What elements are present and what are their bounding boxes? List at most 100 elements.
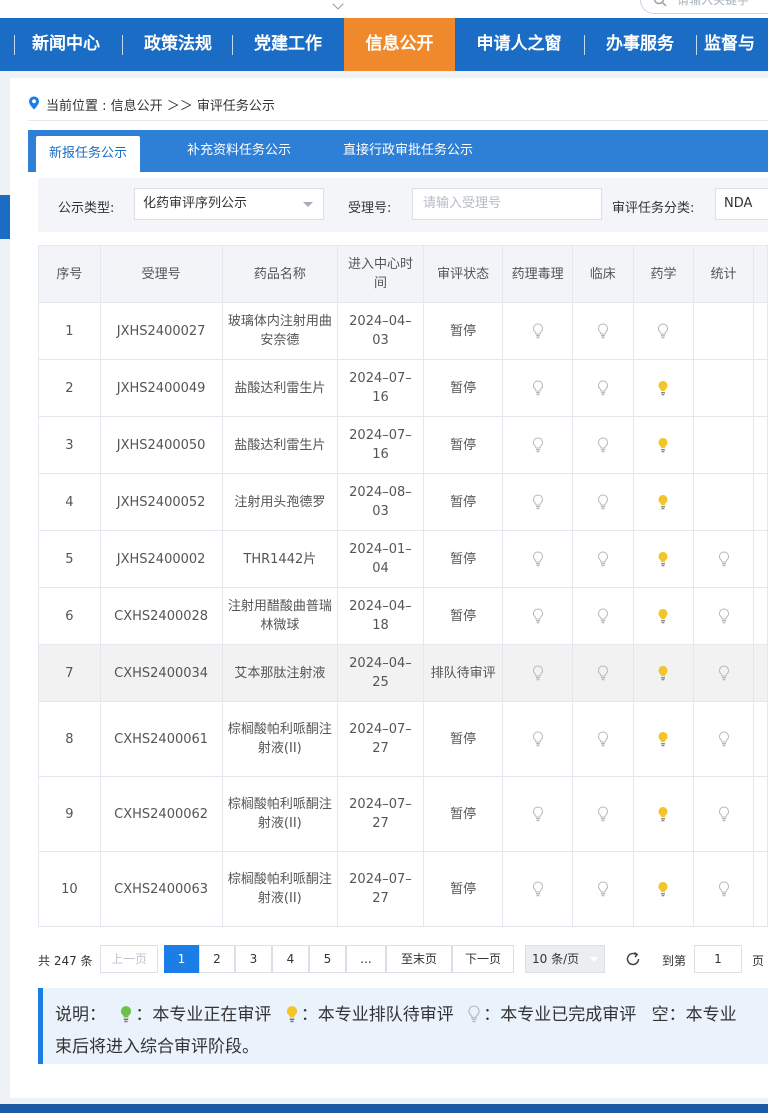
cell-pharmtox (502, 473, 573, 531)
cell-entry-time: 2024–07–27 (337, 701, 424, 777)
cell-status: 暂停 (422, 359, 504, 417)
cell-no: 4 (38, 473, 101, 531)
category-select[interactable]: NDA (715, 188, 768, 220)
col-header-pharmacy: 药学 (632, 245, 695, 303)
gray-bulb-icon (597, 881, 609, 897)
gray-bulb-icon (597, 608, 609, 624)
yellow-bulb-icon (657, 732, 669, 747)
jump-page-input[interactable]: 1 (694, 945, 742, 973)
table-row[interactable]: 9 CXHS2400062 棕榈酸帕利哌酮注射液(II) 2024–07–27 暂停 (38, 776, 768, 852)
page-button-2[interactable]: 2 (199, 945, 235, 973)
nav-item-info-public[interactable]: 信息公开 (344, 18, 455, 71)
cell-no: 8 (38, 701, 101, 777)
table-row[interactable]: 6 CXHS2400028 注射用醋酸曲普瑞林微球 2024–04–18 暂停 (38, 587, 768, 645)
cell-pharmtox (502, 644, 573, 702)
accept-label: 受理号: (348, 201, 392, 216)
cell-more (752, 359, 768, 417)
prev-page-button[interactable]: 上一页 (100, 945, 158, 973)
accept-number-input[interactable]: 请输入受理号 (412, 188, 602, 220)
refresh-icon[interactable] (624, 950, 642, 968)
nav-item-party[interactable]: 党建工作 (240, 18, 336, 71)
page-button-4[interactable]: 4 (272, 945, 309, 973)
cell-accept-no: CXHS2400028 (99, 587, 223, 645)
yellow-bulb-icon (657, 807, 669, 822)
cell-drug-name: 注射用头孢德罗 (221, 473, 339, 531)
cell-drug-name: 盐酸达利雷生片 (221, 359, 339, 417)
cell-clinical (571, 473, 634, 531)
cell-more (752, 473, 768, 531)
note-empty-text: 空：本专业 (651, 1005, 737, 1025)
yellow-bulb-icon (286, 1006, 297, 1023)
table-row[interactable]: 2 JXHS2400049 盐酸达利雷生片 2024–07–16 暂停 (38, 359, 768, 417)
note-yellow-text: ：本专业排队待审评 (300, 1005, 454, 1025)
yellow-bulb-icon (657, 666, 669, 681)
tab-new-tasks[interactable]: 新报任务公示 (36, 136, 140, 172)
cell-more (752, 776, 768, 852)
table-row[interactable]: 10 CXHS2400063 棕榈酸帕利哌酮注射液(II) 2024–07–27 暂停 (38, 851, 768, 927)
cell-status: 暂停 (422, 587, 504, 645)
page-button-1[interactable]: 1 (164, 945, 199, 973)
next-page-button[interactable]: 下一页 (452, 945, 514, 973)
nav-item-supervision[interactable]: 监督与 (704, 18, 768, 71)
cell-pharmtox (502, 359, 573, 417)
jump-label: 到第 (662, 954, 687, 968)
col-header-statistics: 统计 (693, 245, 754, 303)
search-icon (653, 0, 667, 7)
tab-direct-approval-tasks[interactable]: 直接行政审批任务公示 (333, 130, 483, 172)
cell-no: 5 (38, 530, 101, 588)
nav-separator (14, 35, 15, 55)
col-header-status: 审评状态 (422, 245, 504, 303)
table-row[interactable]: 1 JXHS2400027 玻璃体内注射用曲安奈德 2024–04–03 暂停 (38, 302, 768, 360)
cell-entry-time: 2024–08–03 (337, 473, 424, 531)
table-row[interactable]: 4 JXHS2400052 注射用头孢德罗 2024–08–03 暂停 (38, 473, 768, 531)
cell-entry-time: 2024–07–27 (337, 851, 424, 927)
table-row[interactable]: 8 CXHS2400061 棕榈酸帕利哌酮注射液(II) 2024–07–27 暂停 (38, 701, 768, 777)
col-header-more (752, 245, 768, 303)
table-row[interactable]: 5 JXHS2400002 THR1442片 2024–01–04 暂停 (38, 530, 768, 588)
yellow-bulb-icon (657, 495, 669, 510)
col-header-drug-name: 药品名称 (221, 245, 339, 303)
cell-accept-no: CXHS2400061 (99, 701, 223, 777)
cell-accept-no: JXHS2400052 (99, 473, 223, 531)
cell-clinical (571, 644, 634, 702)
search-placeholder: 请输入关键字 (677, 0, 750, 7)
type-select[interactable]: 化药审评序列公示 (134, 188, 324, 220)
cell-status: 暂停 (422, 530, 504, 588)
nav-item-applicant[interactable]: 申请人之窗 (464, 18, 574, 71)
cell-no: 3 (38, 416, 101, 474)
cell-status: 暂停 (422, 701, 504, 777)
gray-bulb-icon (657, 323, 669, 339)
cell-pharmacy (632, 302, 695, 360)
cell-pharmtox (502, 587, 573, 645)
gray-bulb-icon (597, 665, 609, 681)
nav-item-services[interactable]: 办事服务 (592, 18, 688, 71)
cell-more (752, 302, 768, 360)
gray-bulb-icon (597, 806, 609, 822)
nav-item-policy[interactable]: 政策法规 (130, 18, 226, 71)
table-row[interactable]: 3 JXHS2400050 盐酸达利雷生片 2024–07–16 暂停 (38, 416, 768, 474)
cell-entry-time: 2024–04–03 (337, 302, 424, 360)
page-size-select[interactable]: 10 条/页 (525, 945, 605, 973)
table-row[interactable]: 7 CXHS2400034 艾本那肽注射液 2024–04–25 排队待审评 (38, 644, 768, 702)
cell-clinical (571, 776, 634, 852)
page-button-3[interactable]: 3 (235, 945, 272, 973)
cell-no: 6 (38, 587, 101, 645)
nav-item-news[interactable]: 新闻中心 (20, 18, 112, 71)
cell-pharmtox (502, 530, 573, 588)
gray-bulb-icon (532, 731, 544, 747)
cell-drug-name: 棕榈酸帕利哌酮注射液(II) (221, 776, 339, 852)
tab-supplement-tasks[interactable]: 补充资料任务公示 (174, 130, 304, 172)
last-page-button[interactable]: 至末页 (386, 945, 452, 973)
gray-bulb-icon (597, 494, 609, 510)
gray-bulb-icon (532, 494, 544, 510)
cell-entry-time: 2024–04–25 (337, 644, 424, 702)
search-input[interactable]: 请输入关键字 (640, 0, 768, 14)
cell-pharmacy (632, 359, 695, 417)
chevron-down-icon (590, 957, 598, 962)
gray-bulb-icon (718, 806, 730, 822)
gray-bulb-icon (532, 806, 544, 822)
cell-accept-no: JXHS2400049 (99, 359, 223, 417)
type-select-value: 化药审评序列公示 (143, 196, 248, 211)
page-button-5[interactable]: 5 (309, 945, 346, 973)
cell-pharmacy (632, 530, 695, 588)
